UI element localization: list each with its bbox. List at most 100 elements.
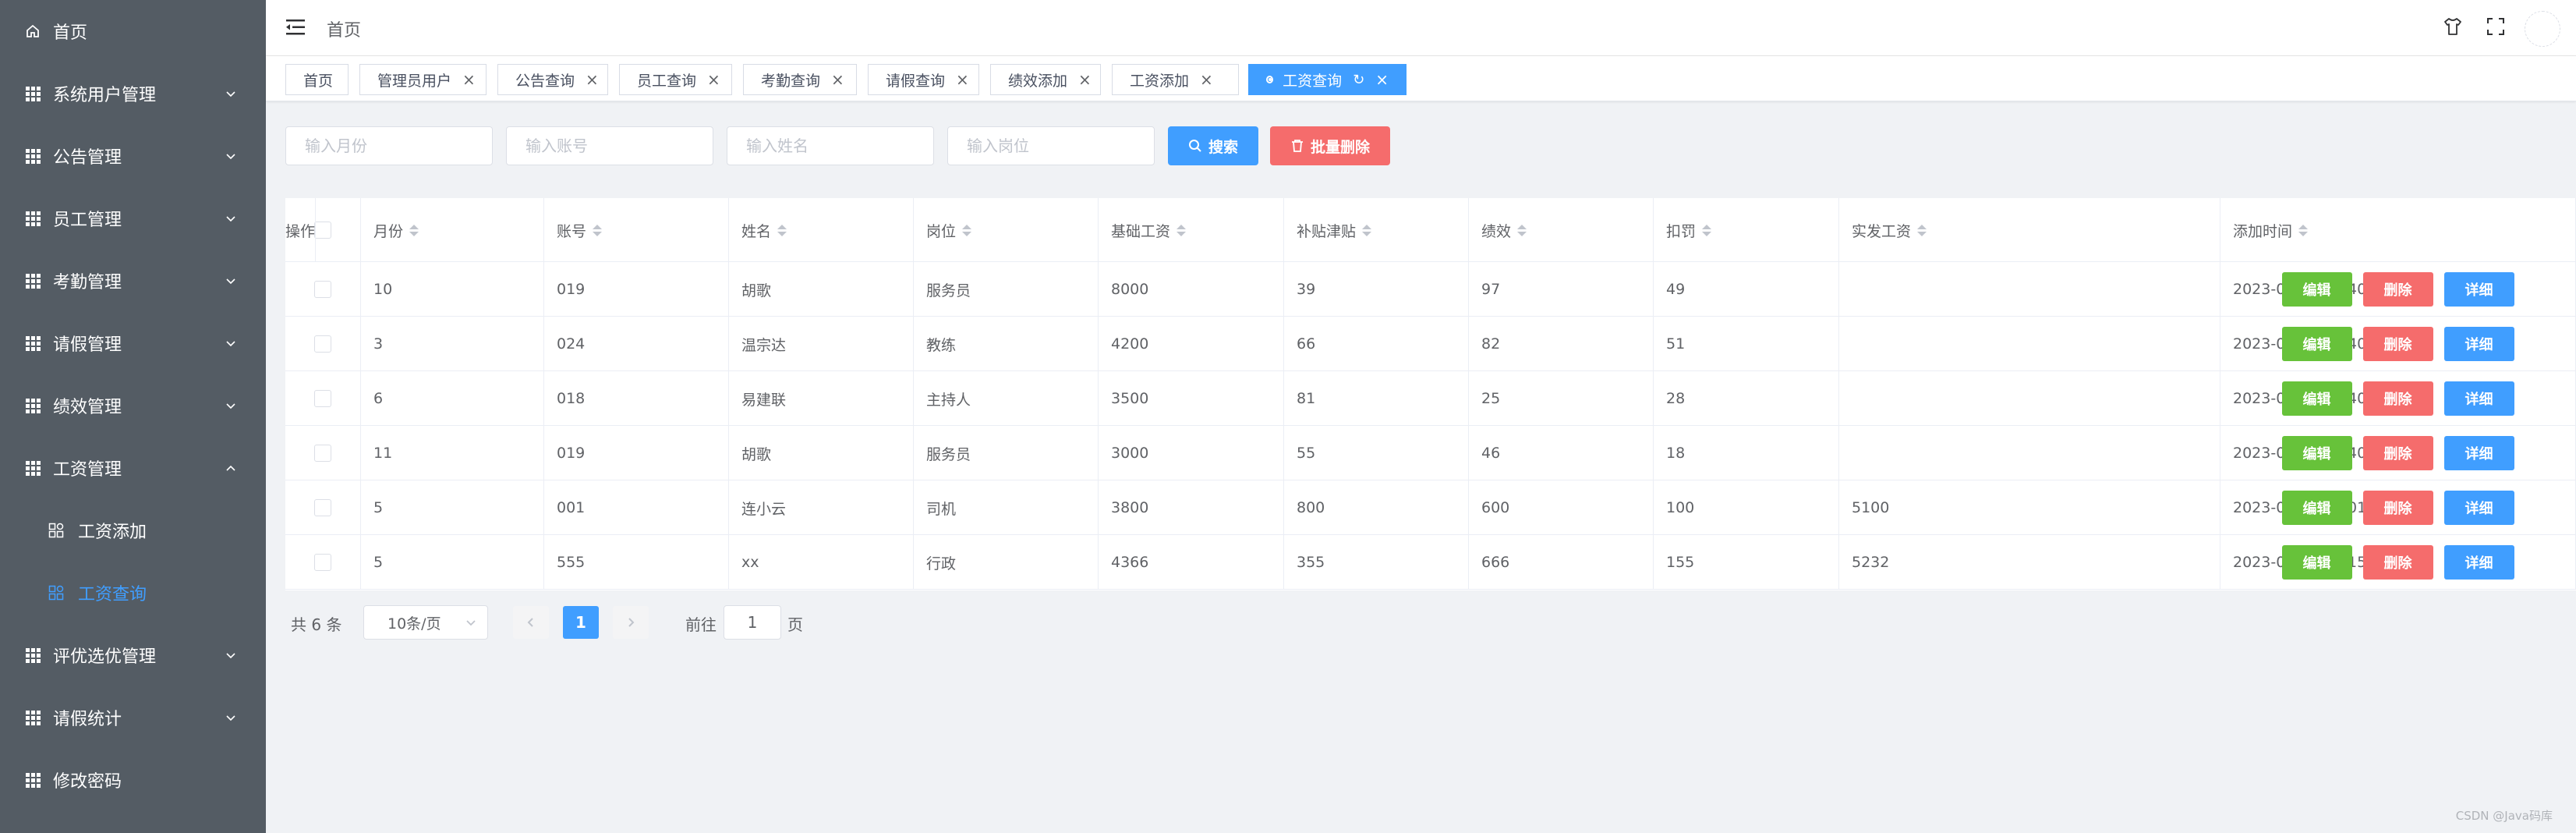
- column-header-allowance[interactable]: 补贴津贴: [1284, 198, 1469, 262]
- column-header-created-time[interactable]: 添加时间: [2220, 198, 2576, 262]
- page-size-select[interactable]: 10条/页: [363, 605, 488, 640]
- close-icon[interactable]: ×: [586, 72, 599, 87]
- name-input[interactable]: [727, 126, 934, 165]
- tab-employee-query[interactable]: 员工查询 ×: [619, 64, 732, 95]
- row-checkbox[interactable]: [314, 281, 331, 298]
- close-icon[interactable]: ×: [1375, 72, 1389, 87]
- tab-attendance-query[interactable]: 考勤查询 ×: [743, 64, 857, 95]
- sort-caret-icon[interactable]: [777, 224, 787, 236]
- delete-button[interactable]: 删除: [2362, 381, 2433, 416]
- sidebar-item-leave[interactable]: 请假管理: [0, 312, 266, 374]
- sidebar-item-employees[interactable]: 员工管理: [0, 187, 266, 250]
- column-header-account[interactable]: 账号: [544, 198, 729, 262]
- tab-home[interactable]: 首页: [285, 64, 349, 95]
- tab-announcement-query[interactable]: 公告查询 ×: [497, 64, 608, 95]
- detail-button[interactable]: 详细: [2443, 436, 2514, 470]
- search-button[interactable]: 搜索: [1168, 126, 1258, 165]
- edit-button[interactable]: 编辑: [2281, 272, 2352, 307]
- close-icon[interactable]: ×: [831, 72, 844, 87]
- sidebar-item-home[interactable]: 首页: [0, 0, 266, 62]
- sidebar-item-attendance[interactable]: 考勤管理: [0, 250, 266, 312]
- close-icon[interactable]: ×: [1200, 72, 1213, 87]
- sidebar-item-leave-stats[interactable]: 请假统计: [0, 686, 266, 749]
- table-row[interactable]: 3 024 温宗达 教练 4200 66 82 51 2023-05-23 02:40:41 编辑…: [285, 317, 2576, 371]
- page-number-current[interactable]: 1: [563, 606, 599, 639]
- next-page-button[interactable]: [613, 606, 649, 639]
- table-row[interactable]: 5 001 连小云 司机 3800 800 600 100 5100 2023-05-23 03:…: [285, 480, 2576, 535]
- shirt-icon[interactable]: [2442, 16, 2464, 37]
- tab-salary-add[interactable]: 工资添加 ×: [1112, 64, 1239, 95]
- account-input[interactable]: [506, 126, 713, 165]
- sort-caret-icon[interactable]: [2298, 224, 2309, 236]
- row-checkbox[interactable]: [314, 445, 331, 462]
- tab-leave-query[interactable]: 请假查询 ×: [868, 64, 979, 95]
- sort-caret-icon[interactable]: [1177, 224, 1187, 236]
- column-header-base-salary[interactable]: 基础工资: [1099, 198, 1284, 262]
- detail-button[interactable]: 详细: [2443, 272, 2514, 307]
- prev-page-button[interactable]: [513, 606, 549, 639]
- sidebar-item-performance[interactable]: 绩效管理: [0, 374, 266, 437]
- table-row[interactable]: 6 018 易建联 主持人 3500 81 25 28 2023-05-23 02:40:41 编…: [285, 371, 2576, 426]
- edit-button[interactable]: 编辑: [2281, 545, 2352, 580]
- sort-caret-icon[interactable]: [1917, 224, 1927, 236]
- sort-caret-icon[interactable]: [1702, 224, 1712, 236]
- detail-button[interactable]: 详细: [2443, 381, 2514, 416]
- edit-button[interactable]: 编辑: [2281, 436, 2352, 470]
- row-checkbox[interactable]: [314, 554, 331, 571]
- sidebar-item-change-password[interactable]: 修改密码: [0, 749, 266, 811]
- page-size-value: 10条/页: [387, 615, 441, 633]
- avatar[interactable]: [2525, 11, 2560, 47]
- delete-button[interactable]: 删除: [2362, 491, 2433, 525]
- delete-button[interactable]: 删除: [2362, 436, 2433, 470]
- breadcrumb[interactable]: 首页: [327, 16, 361, 41]
- close-icon[interactable]: ×: [707, 72, 720, 87]
- close-icon[interactable]: ×: [462, 72, 476, 87]
- table-row[interactable]: 5 555 xx 行政 4366 355 666 155 5232 2023-05-23 03:1…: [285, 535, 2576, 590]
- hamburger-icon[interactable]: [286, 19, 305, 36]
- sidebar-item-system-users[interactable]: 系统用户管理: [0, 62, 266, 125]
- row-checkbox[interactable]: [314, 390, 331, 407]
- row-checkbox[interactable]: [314, 499, 331, 516]
- sidebar-subitem-salary-query[interactable]: 工资查询: [0, 562, 266, 624]
- sort-caret-icon[interactable]: [1362, 224, 1372, 236]
- goto-page-input[interactable]: [724, 605, 781, 640]
- row-checkbox[interactable]: [314, 335, 331, 353]
- select-all-checkbox[interactable]: [314, 222, 331, 239]
- tab-admin-users[interactable]: 管理员用户 ×: [359, 64, 487, 95]
- batch-delete-button[interactable]: 批量删除: [1270, 126, 1390, 165]
- sidebar-item-salary[interactable]: 工资管理: [0, 437, 266, 499]
- table-row[interactable]: 10 019 胡歌 服务员 8000 39 97 49 2023-05-23 02:40:41 编…: [285, 262, 2576, 317]
- delete-button[interactable]: 删除: [2362, 272, 2433, 307]
- detail-button[interactable]: 详细: [2443, 545, 2514, 580]
- cell-position: 主持人: [914, 371, 1099, 426]
- month-input[interactable]: [285, 126, 493, 165]
- column-header-performance[interactable]: 绩效: [1469, 198, 1654, 262]
- fullscreen-icon[interactable]: [2485, 16, 2507, 37]
- delete-button[interactable]: 删除: [2362, 327, 2433, 361]
- tab-performance-add[interactable]: 绩效添加 ×: [990, 64, 1101, 95]
- close-icon[interactable]: ×: [956, 72, 969, 87]
- sidebar-item-awards[interactable]: 评优选优管理: [0, 624, 266, 686]
- detail-button[interactable]: 详细: [2443, 327, 2514, 361]
- close-icon[interactable]: ×: [1078, 72, 1092, 87]
- column-header-actual-salary[interactable]: 实发工资: [1839, 198, 2220, 262]
- refresh-icon[interactable]: ↻: [1353, 72, 1364, 88]
- tab-salary-query[interactable]: 工资查询 ↻ ×: [1248, 64, 1407, 95]
- edit-button[interactable]: 编辑: [2281, 491, 2352, 525]
- sort-caret-icon[interactable]: [409, 224, 419, 236]
- sort-caret-icon[interactable]: [1517, 224, 1527, 236]
- position-input[interactable]: [947, 126, 1155, 165]
- table-row[interactable]: 11 019 胡歌 服务员 3000 55 46 18 2023-05-23 02:40:41 编…: [285, 426, 2576, 480]
- column-header-month[interactable]: 月份: [361, 198, 544, 262]
- edit-button[interactable]: 编辑: [2281, 381, 2352, 416]
- sidebar-item-announcements[interactable]: 公告管理: [0, 125, 266, 187]
- column-header-position[interactable]: 岗位: [914, 198, 1099, 262]
- sidebar-subitem-salary-add[interactable]: 工资添加: [0, 499, 266, 562]
- sort-caret-icon[interactable]: [593, 224, 603, 236]
- sort-caret-icon[interactable]: [962, 224, 972, 236]
- detail-button[interactable]: 详细: [2443, 491, 2514, 525]
- delete-button[interactable]: 删除: [2362, 545, 2433, 580]
- edit-button[interactable]: 编辑: [2281, 327, 2352, 361]
- column-header-name[interactable]: 姓名: [729, 198, 914, 262]
- column-header-penalty[interactable]: 扣罚: [1654, 198, 1839, 262]
